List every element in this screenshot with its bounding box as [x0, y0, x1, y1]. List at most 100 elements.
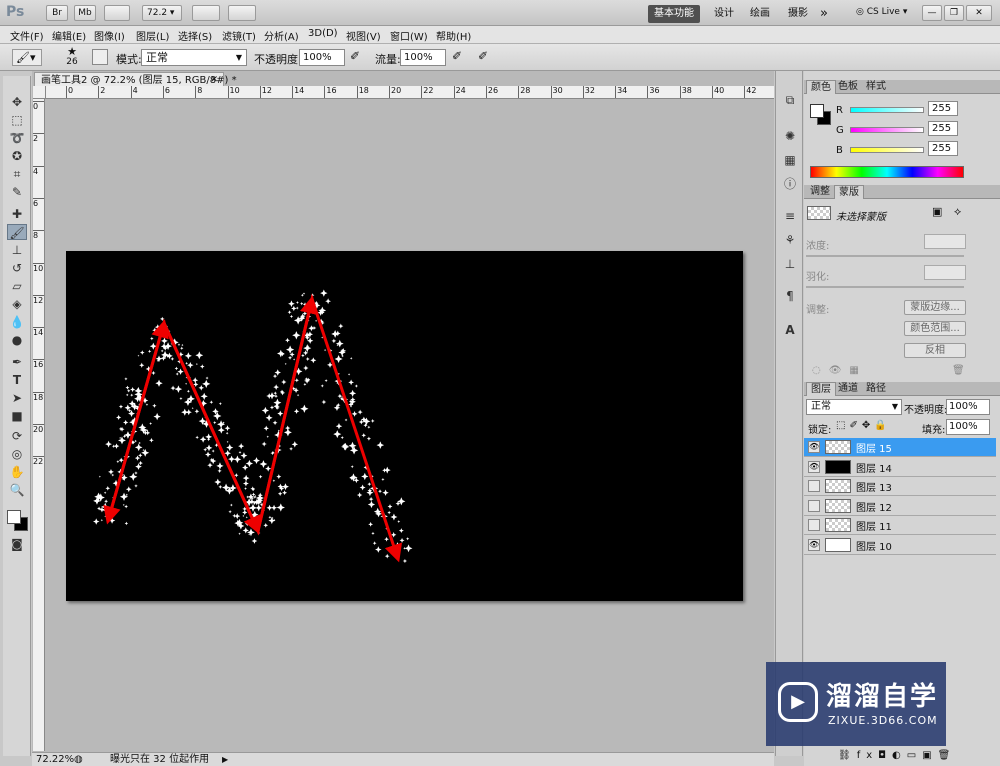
eyedropper-tool-icon[interactable]: ✎ [7, 184, 27, 200]
pressure-opacity-icon[interactable]: ✐ [350, 49, 360, 63]
mode-select[interactable]: 正常 ▼ [141, 49, 247, 66]
tab-paths[interactable]: 路径 [862, 382, 890, 396]
dodge-tool-icon[interactable]: ● [7, 332, 27, 348]
tab-styles[interactable]: 样式 [862, 80, 890, 94]
cs-live-button[interactable]: ◎ CS Live ▾ [856, 7, 907, 17]
minimize-button[interactable]: — [922, 5, 942, 21]
menu-help[interactable]: 帮助(H) [436, 28, 471, 43]
restore-button[interactable]: ❐ [944, 5, 964, 21]
layer-row-14[interactable]: 👁 图层 14 [804, 458, 996, 477]
histogram-panel-icon[interactable]: ▦ [781, 151, 799, 169]
move-tool-icon[interactable]: ✥ [7, 94, 27, 110]
shape-tool-icon[interactable]: ■ [7, 408, 27, 424]
fill-input[interactable]: 100% [946, 419, 990, 435]
bridge-button[interactable]: Br [46, 5, 68, 21]
tab-masks[interactable]: 蒙版 [834, 185, 864, 199]
eye-hidden-icon[interactable] [808, 519, 820, 531]
menu-view[interactable]: 视图(V) [346, 28, 381, 43]
eye-icon[interactable]: 👁 [808, 461, 820, 473]
3d-rotate-tool-icon[interactable]: ⟳ [7, 428, 27, 444]
arrange-documents-button[interactable] [192, 5, 220, 21]
density-input[interactable] [924, 234, 966, 249]
tab-swatches[interactable]: 色板 [834, 80, 862, 94]
workspace-painting[interactable]: 绘画 [744, 5, 776, 23]
tab-layers[interactable]: 图层 [806, 382, 836, 396]
3d-orbit-tool-icon[interactable]: ◎ [7, 446, 27, 462]
pen-tool-icon[interactable]: ✒ [7, 354, 27, 370]
quick-mask-icon[interactable]: ◙ [7, 536, 27, 552]
menu-window[interactable]: 窗口(W) [390, 28, 428, 43]
path-select-tool-icon[interactable]: ➤ [7, 390, 27, 406]
quick-select-tool-icon[interactable]: ✪ [7, 148, 27, 164]
layer-opacity-input[interactable]: 100% [946, 399, 990, 415]
eye-icon[interactable]: 👁 [808, 539, 820, 551]
menu-filter[interactable]: 滤镜(T) [222, 28, 256, 43]
color-foreground-swatch[interactable] [810, 104, 824, 118]
blend-mode-select[interactable]: 正常 ▼ [806, 399, 902, 415]
lock-icons[interactable]: ⬚✐✥🔒 [836, 420, 891, 431]
brush-picker[interactable]: ★ 26 [58, 46, 86, 69]
layer-row-12[interactable]: 图层 12 [804, 497, 996, 516]
zoom-level-dropdown[interactable]: 72.2 ▾ [142, 5, 182, 21]
foreground-color-swatch[interactable] [7, 510, 21, 524]
workspace-design[interactable]: 设计 [708, 5, 740, 23]
vertical-ruler[interactable]: 0 2 4 6 8 10 12 14 16 18 20 22 [33, 99, 45, 751]
menu-layer[interactable]: 图层(L) [136, 28, 169, 43]
close-button[interactable]: ✕ [966, 5, 992, 21]
hand-tool-icon[interactable]: ✋ [7, 464, 27, 480]
eraser-tool-icon[interactable]: ▱ [7, 278, 27, 294]
channel-b-value[interactable]: 255 [928, 141, 958, 156]
color-range-button[interactable]: 颜色范围... [904, 321, 966, 336]
minibridge-button[interactable]: Mb [74, 5, 96, 21]
tab-channels[interactable]: 通道 [834, 382, 862, 396]
eye-hidden-icon[interactable] [808, 500, 820, 512]
navigator-panel-icon[interactable]: ✺ [781, 127, 799, 145]
channel-g-slider[interactable] [850, 127, 924, 133]
view-extras-button[interactable] [104, 5, 130, 21]
zoom-readout[interactable]: 72.22% [36, 753, 74, 766]
channel-r-slider[interactable] [850, 107, 924, 113]
zoom-tool-icon[interactable]: 🔍 [7, 482, 27, 498]
eye-icon[interactable]: 👁 [808, 441, 820, 453]
mask-delete-icon[interactable]: 🗑 [952, 365, 965, 376]
status-arrow-icon[interactable]: ▶ [222, 753, 228, 766]
status-icon[interactable]: ◍ [74, 753, 83, 766]
menu-image[interactable]: 图像(I) [94, 28, 125, 43]
menu-analysis[interactable]: 分析(A) [264, 28, 299, 43]
menu-file[interactable]: 文件(F) [10, 28, 44, 43]
horizontal-ruler[interactable]: 0 2 4 6 8 10 12 14 16 18 20 22 24 26 28 30 32 34 36 38 40 42 [46, 86, 774, 99]
paragraph-panel-icon[interactable]: ¶ [781, 287, 799, 305]
blur-tool-icon[interactable]: 💧 [7, 314, 27, 330]
clone-stamp-tool-icon[interactable]: ⊥ [7, 242, 27, 258]
more-workspaces-button[interactable]: » [814, 5, 834, 23]
crop-tool-icon[interactable]: ⌗ [7, 166, 27, 182]
layer-row-15[interactable]: 👁 图层 15 [804, 438, 996, 457]
tab-adjustments[interactable]: 调整 [806, 185, 834, 199]
menu-edit[interactable]: 编辑(E) [52, 28, 86, 43]
layer-row-13[interactable]: 图层 13 [804, 477, 996, 496]
healing-brush-tool-icon[interactable]: ✚ [7, 206, 27, 222]
tab-color[interactable]: 颜色 [806, 80, 836, 94]
brush-tool-icon[interactable]: 🖌 [7, 224, 27, 240]
character-panel-icon[interactable]: A [781, 321, 799, 339]
history-brush-tool-icon[interactable]: ↺ [7, 260, 27, 276]
workspace-essentials[interactable]: 基本功能 [648, 5, 700, 23]
flow-input[interactable]: 100% [400, 49, 446, 66]
layer-row-10[interactable]: 👁 图层 10 [804, 536, 996, 555]
menu-select[interactable]: 选择(S) [178, 28, 212, 43]
menu-3d[interactable]: 3D(D) [308, 28, 338, 39]
paint-bucket-tool-icon[interactable]: ◈ [7, 296, 27, 312]
channel-r-value[interactable]: 255 [928, 101, 958, 116]
ruler-origin[interactable] [33, 86, 46, 99]
history-panel-icon[interactable]: ⧉ [781, 91, 799, 109]
airbrush-icon[interactable]: ✐ [452, 49, 462, 63]
brush-panel-toggle-icon[interactable] [92, 49, 108, 65]
layers-footer-icons[interactable]: ⛓fx◘◐▭▣🗑 [838, 750, 956, 761]
tool-presets-icon[interactable]: ⊥ [781, 255, 799, 273]
eye-hidden-icon[interactable] [808, 480, 820, 492]
pressure-size-icon[interactable]: ✐ [478, 49, 488, 63]
status-info[interactable]: 曝光只在 32 位起作用 [110, 753, 209, 766]
screen-mode-button[interactable] [228, 5, 256, 21]
info-panel-icon[interactable]: ⓘ [781, 175, 799, 193]
channel-b-slider[interactable] [850, 147, 924, 153]
